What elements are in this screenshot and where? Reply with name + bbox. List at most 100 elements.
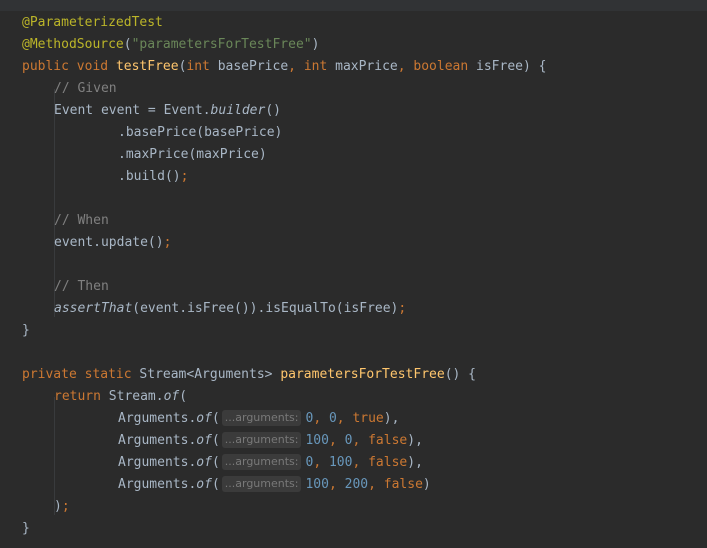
comma: , [368,477,376,492]
code-line: .basePrice(basePrice) [118,122,282,144]
code-line: public void testFree(int basePrice, int … [22,59,547,74]
code-line: Event event = Event.builder() [54,100,281,122]
boolean-literal: false [368,433,408,448]
comma: , [313,455,322,470]
brace-open: () { [444,367,476,382]
paren: ), [383,411,400,426]
paren: () [265,103,281,118]
code-line: private static Stream<Arguments> paramet… [22,364,476,386]
brace-close: } [22,323,30,338]
paren: ( [179,389,188,404]
code-line: assertThat(event.isFree()).isEqualTo(isF… [54,298,406,320]
annotation-parameterized-test: @ParameterizedTest [22,15,163,30]
call-base-price: .basePrice(basePrice) [118,125,283,140]
type-int: int [186,59,210,74]
call-max-price: .maxPrice(maxPrice) [118,147,267,162]
code-line: // Given [54,78,117,100]
code-line: // Then [54,276,109,298]
code-line: } [22,518,30,540]
comma: , [352,455,361,470]
comment-then: // Then [54,279,109,294]
semicolon: ; [398,301,407,316]
param-name: basePrice [217,59,289,74]
parameter-hint: ...arguments: [221,476,302,492]
code-line: @ParameterizedTest [22,12,163,34]
code-line: Arguments.of(...arguments: 100, 200, fals… [118,474,431,496]
code-line: } [22,320,30,342]
paren: ( [123,37,132,52]
arguments-class: Arguments. [118,477,197,492]
code-line: ); [54,496,70,518]
param-name: isFree [476,59,523,74]
semicolon: ; [163,235,172,250]
code-line: Arguments.of(...arguments: 0, 0, true), [118,408,399,430]
method-name-parameters: parametersForTestFree [280,367,445,382]
call-build: .build() [118,169,181,184]
parameter-hint: ...arguments: [221,410,302,426]
semicolon: ; [61,499,70,514]
paren: ), [407,433,423,448]
param-name: maxPrice [335,59,398,74]
boolean-literal: false [368,455,408,470]
arguments-class: Arguments. [118,433,197,448]
keyword-public: public [22,59,69,74]
stream-class: Stream. [108,389,164,404]
keyword-static: static [84,367,132,382]
paren: ( [211,433,220,448]
comma: , [352,433,361,448]
annotation-method-source: @MethodSource [22,37,124,52]
comma: , [313,411,322,426]
paren: ) [54,499,62,514]
code-line: Arguments.of(...arguments: 0, 100, false)… [118,452,423,474]
keyword-private: private [22,367,77,382]
method-of: of [196,477,212,492]
code-line: // When [54,210,109,232]
type-boolean: boolean [413,59,469,74]
parameter-hint: ...arguments: [221,454,302,470]
keyword-void: void [76,59,109,74]
method-of: of [196,455,212,470]
code-line: @MethodSource("parametersForTestFree") [22,34,319,56]
return-type: Stream<Arguments> [139,367,273,382]
call-update: event.update() [54,235,164,250]
number-literal: 100 [328,455,353,470]
method-builder: builder [210,103,266,118]
paren: ) [422,477,431,492]
boolean-literal: true [352,411,384,426]
code-line: event.update(); [54,232,171,254]
parameter-hint: ...arguments: [221,432,302,448]
paren: ), [407,455,423,470]
boolean-literal: false [383,477,423,492]
type-int: int [303,59,328,74]
event-declaration: Event event = Event. [54,103,211,118]
paren: ( [211,411,220,426]
brace-close: } [22,521,30,536]
comma: , [328,433,337,448]
keyword-return: return [54,389,101,404]
arguments-class: Arguments. [118,411,197,426]
number-literal: 0 [328,411,337,426]
paren: ( [211,477,220,492]
assert-expression: (event.isFree()).isEqualTo(isFree) [132,301,399,316]
paren: ( [211,455,220,470]
code-line: return Stream.of( [54,386,187,408]
arguments-class: Arguments. [118,455,197,470]
code-line: Arguments.of(...arguments: 100, 0, false)… [118,430,423,452]
number-literal: 100 [305,477,329,492]
comma: , [336,411,345,426]
paren: ) [311,37,320,52]
method-assert-that: assertThat [54,301,133,316]
comma: , [328,477,337,492]
comment-when: // When [54,213,109,228]
brace-open: ) { [523,59,547,74]
code-editor[interactable]: @ParameterizedTest @MethodSource("parame… [0,11,707,548]
method-of: of [196,433,212,448]
code-line: .maxPrice(maxPrice) [118,144,267,166]
semicolon: ; [180,169,189,184]
comma: , [397,59,406,74]
comment-given: // Given [54,81,117,96]
number-literal: 100 [305,433,329,448]
method-of: of [196,411,212,426]
code-line: .build(); [118,166,188,188]
string-literal: "parametersForTestFree" [131,37,312,52]
